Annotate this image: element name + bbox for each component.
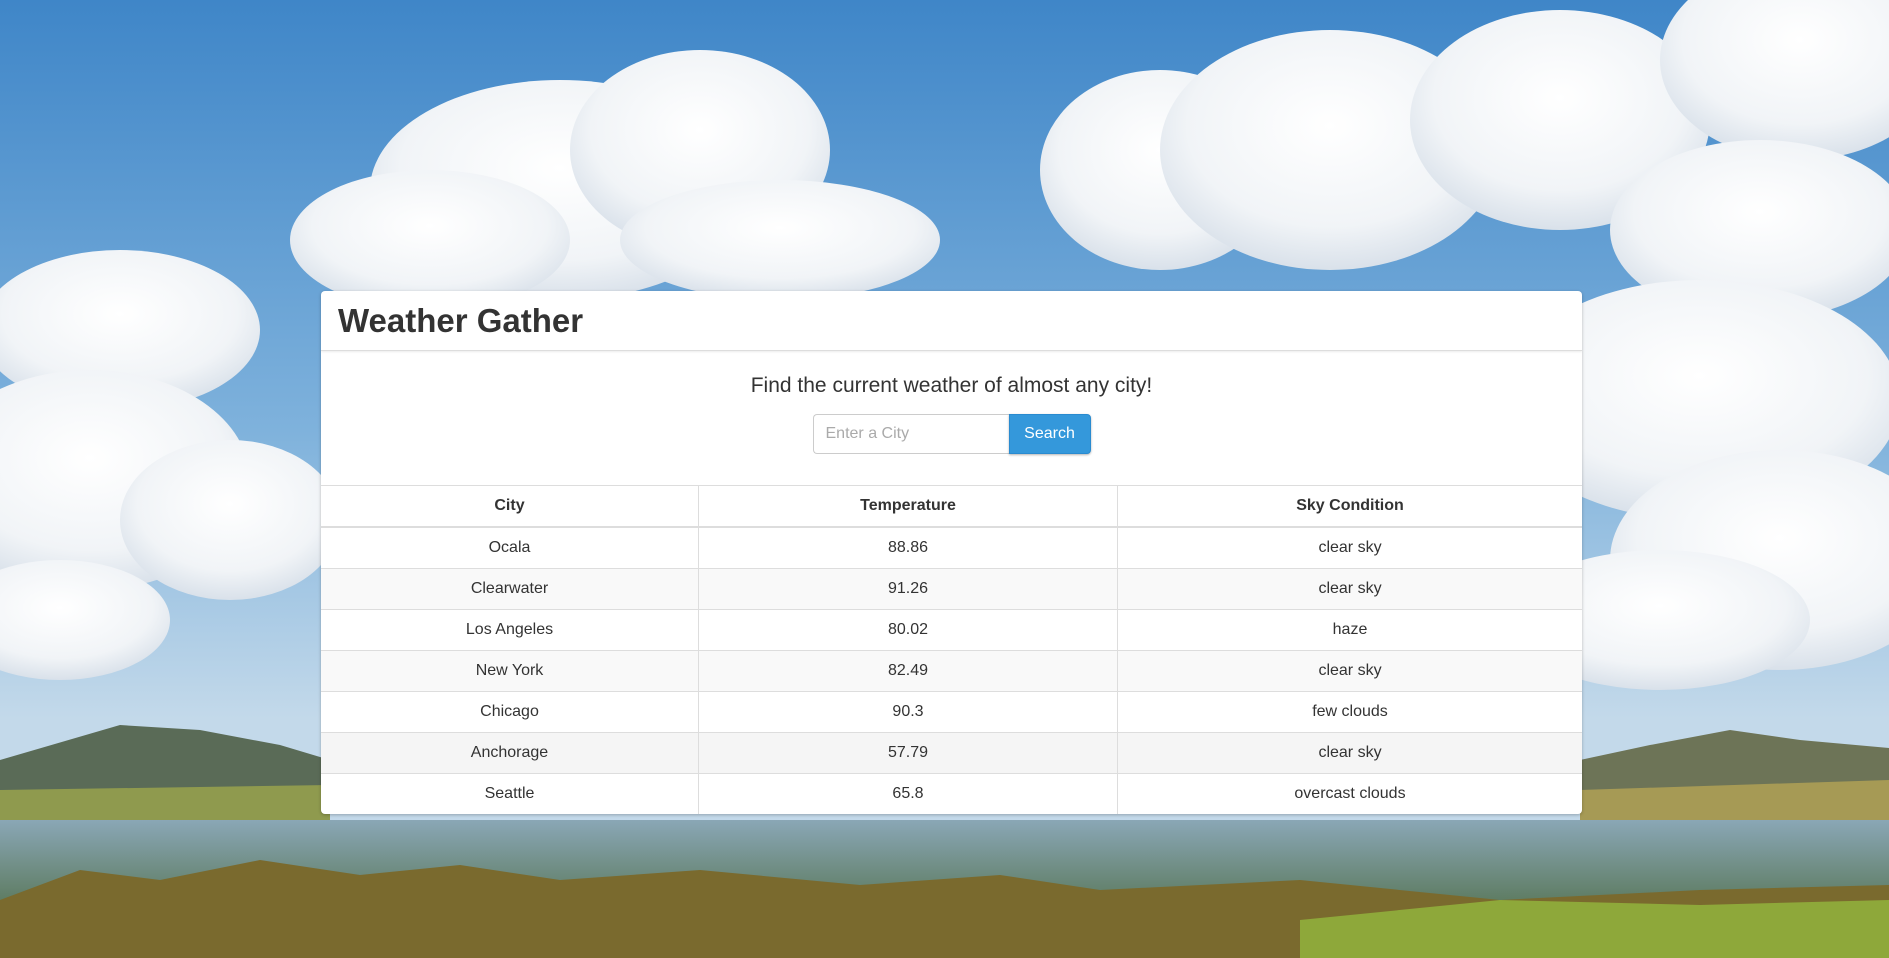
app-title: Weather Gather (338, 302, 584, 339)
table-row: Anchorage 57.79 clear sky (321, 732, 1582, 774)
city-cell: Anchorage (321, 732, 699, 774)
city-cell: New York (321, 650, 699, 692)
sky-condition-cell: haze (1117, 609, 1582, 651)
temperature-cell: 88.86 (698, 526, 1118, 569)
temperature-cell: 91.26 (698, 568, 1118, 610)
temperature-cell: 80.02 (698, 609, 1118, 651)
city-cell: Clearwater (321, 568, 699, 610)
temperature-cell: 82.49 (698, 650, 1118, 692)
city-cell: Chicago (321, 691, 699, 733)
search-group: Search (812, 414, 1091, 454)
sky-condition-cell: clear sky (1117, 526, 1582, 569)
search-button[interactable]: Search (1008, 414, 1091, 454)
temperature-cell: 90.3 (698, 691, 1118, 733)
table-row: Ocala 88.86 clear sky (321, 526, 1582, 569)
city-cell: Seattle (321, 773, 699, 814)
city-search-input[interactable] (812, 414, 1009, 454)
sky-condition-cell: clear sky (1117, 650, 1582, 692)
sky-condition-cell: clear sky (1117, 732, 1582, 774)
column-header-city: City (321, 485, 699, 528)
temperature-cell: 65.8 (698, 773, 1118, 814)
sky-condition-cell: overcast clouds (1117, 773, 1582, 814)
column-header-temperature: Temperature (698, 485, 1118, 528)
table-row: Seattle 65.8 overcast clouds (321, 773, 1582, 814)
table-header-row: City Temperature Sky Condition (321, 485, 1582, 528)
sky-condition-cell: clear sky (1117, 568, 1582, 610)
table-row: New York 82.49 clear sky (321, 650, 1582, 692)
panel-header: Weather Gather (321, 291, 1582, 351)
tagline: Find the current weather of almost any c… (750, 374, 1153, 397)
city-cell: Los Angeles (321, 609, 699, 651)
search-section: Find the current weather of almost any c… (321, 351, 1582, 485)
column-header-sky-condition: Sky Condition (1117, 485, 1582, 528)
weather-table: City Temperature Sky Condition Ocala 88.… (321, 485, 1582, 814)
table-row: Los Angeles 80.02 haze (321, 609, 1582, 651)
temperature-cell: 57.79 (698, 732, 1118, 774)
weather-panel: Weather Gather Find the current weather … (321, 291, 1582, 814)
sky-condition-cell: few clouds (1117, 691, 1582, 733)
city-cell: Ocala (321, 526, 699, 569)
table-row: Clearwater 91.26 clear sky (321, 568, 1582, 610)
table-row: Chicago 90.3 few clouds (321, 691, 1582, 733)
